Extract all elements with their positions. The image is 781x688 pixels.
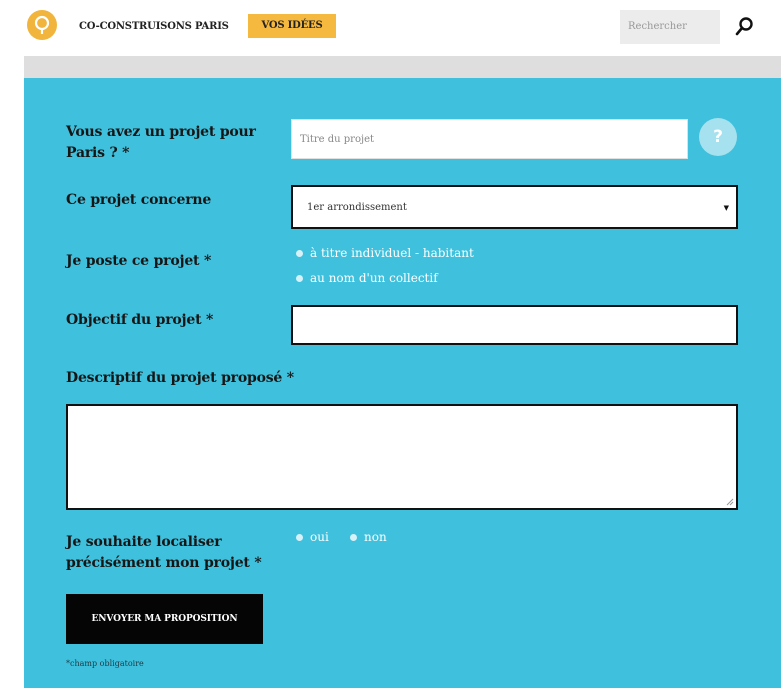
radio-individual-label: à titre individuel - habitant xyxy=(310,246,474,260)
radio-non[interactable]: non xyxy=(350,530,387,544)
radio-button-icon[interactable] xyxy=(350,533,357,541)
header-divider-band xyxy=(24,56,781,78)
site-header: CO-CONSTRUISONS PARIS VOS IDÉES Recherch… xyxy=(0,0,781,56)
search-icon[interactable] xyxy=(733,15,757,39)
site-title[interactable]: CO-CONSTRUISONS PARIS xyxy=(79,21,229,32)
radio-oui-label: oui xyxy=(310,530,329,544)
radio-individual[interactable]: à titre individuel - habitant xyxy=(296,246,474,260)
arrondissement-selected-value: 1er arrondissement xyxy=(307,202,407,213)
search-placeholder: Rechercher xyxy=(628,21,687,32)
radio-non-label: non xyxy=(364,530,387,544)
radio-oui[interactable]: oui xyxy=(296,530,329,544)
project-title-label: Vous avez un projet pour Paris ? * xyxy=(66,124,256,161)
project-title-placeholder: Titre du projet xyxy=(300,134,375,145)
description-textarea[interactable] xyxy=(66,404,738,510)
post-as-label: Je poste ce projet * xyxy=(66,253,212,269)
radio-button-icon[interactable] xyxy=(296,249,303,257)
resize-grip-icon[interactable] xyxy=(726,498,734,506)
help-icon[interactable]: ? xyxy=(699,118,737,156)
caret-down-icon: ▼ xyxy=(723,204,729,212)
arrondissement-select[interactable]: 1er arrondissement ▼ xyxy=(291,185,738,229)
radio-button-icon[interactable] xyxy=(296,274,303,282)
search-input[interactable]: Rechercher xyxy=(620,10,720,44)
lightbulb-logo-icon[interactable] xyxy=(27,10,57,40)
objective-input[interactable] xyxy=(291,305,738,345)
nav-vos-idees[interactable]: VOS IDÉES xyxy=(248,14,336,38)
required-field-note: *champ obligatoire xyxy=(66,659,144,668)
radio-collective-label: au nom d'un collectif xyxy=(310,271,438,285)
radio-collective[interactable]: au nom d'un collectif xyxy=(296,271,438,285)
submit-proposal-button[interactable]: ENVOYER MA PROPOSITION xyxy=(66,594,263,644)
objective-label: Objectif du projet * xyxy=(66,312,214,328)
locate-label: Je souhaite localiser précisément mon pr… xyxy=(66,534,262,571)
concern-label: Ce projet concerne xyxy=(66,192,212,208)
project-title-input[interactable]: Titre du projet xyxy=(291,119,688,159)
description-label: Descriptif du projet proposé * xyxy=(66,370,294,386)
radio-button-icon[interactable] xyxy=(296,533,303,541)
